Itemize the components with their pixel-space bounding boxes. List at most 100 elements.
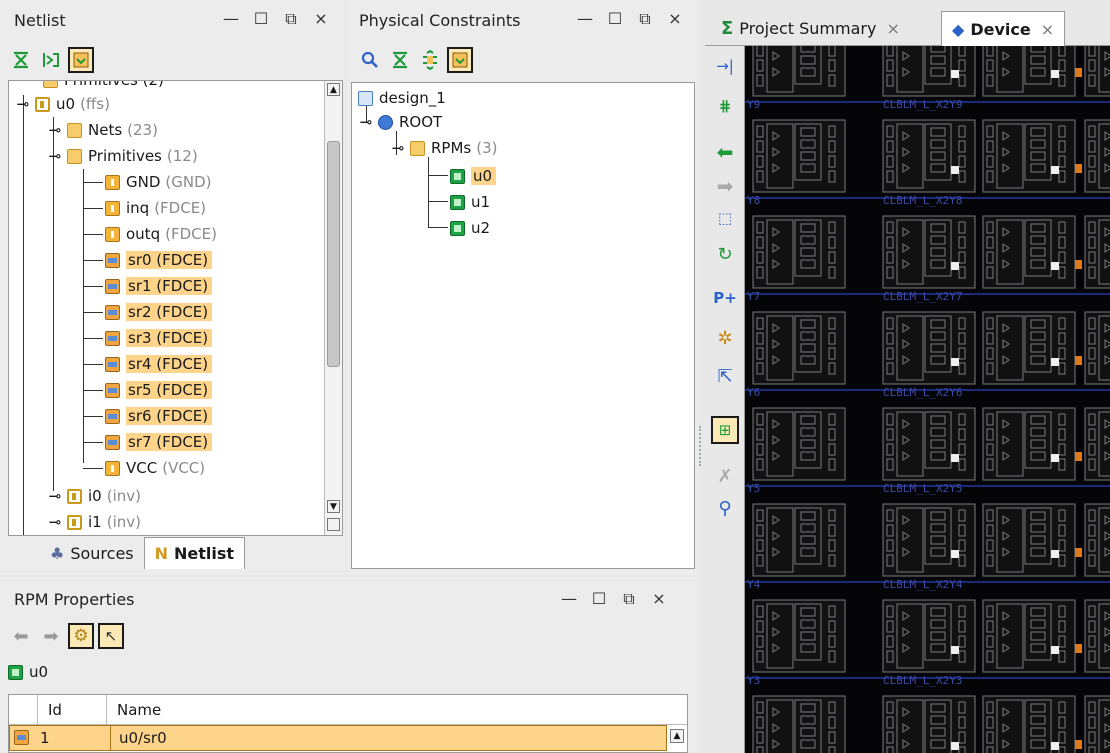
- clb-tile[interactable]: [982, 503, 1076, 577]
- restore-icon[interactable]: ⧉: [621, 589, 637, 609]
- placed-cell[interactable]: [951, 742, 959, 750]
- placed-cell[interactable]: [951, 550, 959, 558]
- highlighted-cell[interactable]: [1075, 740, 1082, 749]
- scroll-corner-icon[interactable]: [327, 518, 340, 531]
- tree-row-primitive[interactable]: sr2 (FDCE): [105, 299, 213, 325]
- collapsed-toggle-icon[interactable]: ⊸: [47, 121, 63, 139]
- tree-row-i0[interactable]: ⊸ i0 (inv): [47, 483, 141, 509]
- minimize-icon[interactable]: —: [577, 9, 593, 29]
- clb-tile[interactable]: [982, 215, 1076, 289]
- tree-row-primitive[interactable]: GND (GND): [105, 169, 212, 195]
- clb-tile[interactable]: [1075, 407, 1110, 481]
- clb-tile[interactable]: [1075, 119, 1110, 193]
- close-icon[interactable]: ×: [313, 9, 329, 29]
- clb-tile[interactable]: [1075, 695, 1110, 753]
- tree-row-primitive[interactable]: sr4 (FDCE): [105, 351, 213, 377]
- expanded-toggle-icon[interactable]: ⊸: [15, 95, 31, 113]
- settings-button[interactable]: ⚙: [68, 623, 94, 649]
- highlighted-cell[interactable]: [1075, 356, 1082, 365]
- clb-tile[interactable]: [982, 407, 1076, 481]
- device-canvas[interactable]: Y9 CLBLM_L_X2Y9 Y8 CLBLM_L_X2Y8 Y7 CLBLM_L_X2…: [745, 46, 1110, 753]
- column-header-id[interactable]: Id: [37, 694, 107, 725]
- tree-row-rpm[interactable]: u1: [450, 189, 490, 215]
- back-button[interactable]: ⬅: [8, 623, 34, 649]
- clb-tile[interactable]: [752, 695, 846, 753]
- clb-tile[interactable]: [752, 599, 846, 673]
- collapse-all-button[interactable]: [8, 47, 34, 73]
- clb-tile[interactable]: [882, 215, 976, 289]
- close-tab-icon[interactable]: ×: [886, 19, 899, 38]
- routing-button[interactable]: ✲: [713, 326, 737, 350]
- highlighted-cell[interactable]: [1075, 68, 1082, 77]
- highlighted-cell[interactable]: [1075, 644, 1082, 653]
- tree-row-primitive[interactable]: sr6 (FDCE): [105, 403, 213, 429]
- tree-row-primitive[interactable]: sr7 (FDCE): [105, 429, 213, 455]
- placed-cell[interactable]: [1051, 646, 1059, 654]
- collapsed-toggle-icon[interactable]: ⊸: [47, 487, 63, 505]
- placed-cell[interactable]: [1051, 70, 1059, 78]
- select-area-button[interactable]: ⬚: [713, 206, 737, 230]
- show-selection-button[interactable]: [447, 47, 473, 73]
- netlist-tree[interactable]: Primitives (2) ⊸ u0 (ffs) ⊸ Nets (23) ⊸ …: [8, 80, 343, 536]
- tree-row-design[interactable]: design_1: [358, 85, 446, 111]
- clb-tile[interactable]: [882, 407, 976, 481]
- clb-tile[interactable]: [982, 119, 1076, 193]
- expand-all-button[interactable]: [417, 47, 443, 73]
- rpm-properties-table[interactable]: Id Name 1 u0/sr0 ▲: [8, 694, 688, 753]
- clb-tile[interactable]: [752, 119, 846, 193]
- fit-button[interactable]: →|: [713, 54, 737, 78]
- expand-all-button[interactable]: [38, 47, 64, 73]
- tree-row-rpm[interactable]: u0: [450, 163, 497, 189]
- expanded-toggle-icon[interactable]: ⊸: [390, 139, 406, 157]
- clb-tile[interactable]: [982, 599, 1076, 673]
- placed-cell[interactable]: [1051, 454, 1059, 462]
- collapsed-toggle-icon[interactable]: ⊸: [47, 513, 63, 531]
- table-row[interactable]: 1 u0/sr0: [9, 725, 667, 751]
- tab-netlist[interactable]: N Netlist: [143, 537, 246, 569]
- clb-tile[interactable]: [882, 599, 976, 673]
- tree-row-rpms[interactable]: ⊸ RPMs (3): [390, 135, 498, 161]
- clb-tile[interactable]: [1075, 599, 1110, 673]
- tree-row-primitive[interactable]: VCC (VCC): [105, 455, 205, 481]
- placed-cell[interactable]: [951, 454, 959, 462]
- maximize-icon[interactable]: ☐: [253, 9, 269, 29]
- tree-row-primitives[interactable]: ⊸ Primitives (12): [47, 143, 198, 169]
- minimize-icon[interactable]: —: [561, 589, 577, 609]
- clb-tile[interactable]: [752, 311, 846, 385]
- close-tab-icon[interactable]: ×: [1041, 20, 1054, 39]
- clb-tile[interactable]: [882, 46, 976, 97]
- highlighted-cell[interactable]: [1075, 548, 1082, 557]
- tree-row-rpm[interactable]: u2: [450, 215, 490, 241]
- scroll-up-arrow-icon[interactable]: ▲: [670, 729, 684, 743]
- placed-cell[interactable]: [1051, 262, 1059, 270]
- inspect-button[interactable]: ⚲: [713, 496, 737, 520]
- clb-tile[interactable]: [982, 695, 1076, 753]
- placed-cell[interactable]: [1051, 742, 1059, 750]
- restore-icon[interactable]: ⧉: [637, 9, 653, 29]
- placed-cell[interactable]: [951, 166, 959, 174]
- tree-row-primitive[interactable]: sr1 (FDCE): [105, 273, 213, 299]
- clb-tile[interactable]: [1075, 215, 1110, 289]
- close-icon[interactable]: ×: [651, 589, 667, 609]
- scroll-down-arrow-icon[interactable]: ▼: [327, 500, 340, 513]
- close-icon[interactable]: ×: [667, 9, 683, 29]
- fixed-cells-button[interactable]: ⊞: [711, 416, 739, 444]
- restore-icon[interactable]: ⧉: [283, 9, 299, 29]
- placed-cell[interactable]: [1051, 550, 1059, 558]
- search-button[interactable]: [357, 47, 383, 73]
- collapse-all-button[interactable]: [387, 47, 413, 73]
- device-fabric[interactable]: Y9 CLBLM_L_X2Y9 Y8 CLBLM_L_X2Y8 Y7 CLBLM_L_X2…: [745, 46, 1110, 753]
- placed-cell[interactable]: [951, 358, 959, 366]
- expanded-toggle-icon[interactable]: ⊸: [47, 147, 63, 165]
- column-header-name[interactable]: Name: [107, 695, 161, 725]
- add-pblock-button[interactable]: P+: [713, 286, 737, 310]
- netlist-scrollbar[interactable]: ▲ ▼: [324, 81, 342, 535]
- back-button[interactable]: ⬅: [713, 140, 737, 164]
- forward-button[interactable]: ➡: [713, 174, 737, 198]
- tree-row-primitive[interactable]: inq (FDCE): [105, 195, 206, 221]
- constraints-tree[interactable]: design_1 ⊸ ROOT ⊸ RPMs (3) u0 u1 u2: [351, 82, 695, 569]
- tree-row-u0[interactable]: ⊸ u0 (ffs): [15, 91, 110, 117]
- tab-device[interactable]: ◆ Device ×: [941, 11, 1066, 46]
- tree-row-primitive[interactable]: sr3 (FDCE): [105, 325, 213, 351]
- tab-sources[interactable]: ♣ Sources: [40, 537, 144, 569]
